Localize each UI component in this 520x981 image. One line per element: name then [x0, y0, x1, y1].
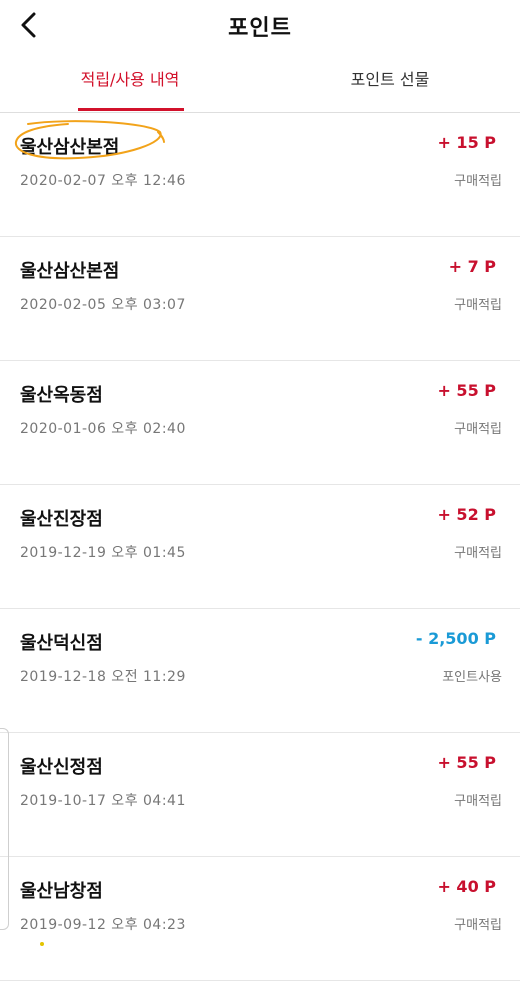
list-item[interactable]: 울산신정점 2019-10-17 오후 04:41 + 55 P 구매적립: [0, 733, 520, 857]
point-amount: + 52 P: [437, 505, 496, 524]
transaction-type: 포인트사용: [442, 670, 502, 685]
app-header: 포인트: [0, 0, 520, 50]
list-item[interactable]: 울산진장점 2019-12-19 오후 01:45 + 52 P 구매적립: [0, 485, 520, 609]
store-name: 울산진장점: [20, 509, 103, 530]
store-name: 울산삼산본점: [20, 137, 120, 158]
tab-bar: 적립/사용 내역 포인트 선물: [0, 62, 520, 112]
point-amount: - 2,500 P: [415, 629, 496, 648]
side-edge: [0, 728, 9, 930]
page-title: 포인트: [228, 16, 292, 41]
point-amount: + 7 P: [448, 257, 496, 276]
transaction-date: 2019-09-12 오후 04:23: [20, 917, 186, 933]
transaction-date: 2020-01-06 오후 02:40: [20, 421, 186, 437]
store-name: 울산덕신점: [20, 633, 103, 654]
transaction-date: 2019-12-19 오후 01:45: [20, 545, 186, 561]
store-name: 울산남창점: [20, 881, 103, 902]
transaction-type: 구매적립: [454, 794, 502, 809]
transaction-date: 2019-12-18 오전 11:29: [20, 669, 186, 685]
transaction-type: 구매적립: [454, 298, 502, 313]
list-item[interactable]: 울산삼산본점 2020-02-07 오후 12:46 + 15 P 구매적립: [0, 113, 520, 237]
transaction-type: 구매적립: [454, 918, 502, 933]
store-name: 울산옥동점: [20, 385, 103, 406]
transaction-date: 2020-02-07 오후 12:46: [20, 173, 186, 189]
point-amount: + 40 P: [437, 877, 496, 896]
point-amount: + 15 P: [437, 133, 496, 152]
list-item[interactable]: 울산남창점 2019-09-12 오후 04:23 + 40 P 구매적립: [0, 857, 520, 981]
tab-history[interactable]: 적립/사용 내역: [0, 62, 260, 110]
transaction-date: 2019-10-17 오후 04:41: [20, 793, 186, 809]
transaction-date: 2020-02-05 오후 03:07: [20, 297, 186, 313]
tab-gift[interactable]: 포인트 선물: [260, 62, 520, 110]
list-item[interactable]: 울산덕신점 2019-12-18 오전 11:29 - 2,500 P 포인트사…: [0, 609, 520, 733]
store-name: 울산삼산본점: [20, 261, 120, 282]
store-name: 울산신정점: [20, 757, 103, 778]
points-list: 울산삼산본점 2020-02-07 오후 12:46 + 15 P 구매적립 울…: [0, 113, 520, 981]
mark: [40, 942, 44, 946]
transaction-type: 구매적립: [454, 174, 502, 189]
point-amount: + 55 P: [437, 381, 496, 400]
point-amount: + 55 P: [437, 753, 496, 772]
transaction-type: 구매적립: [454, 546, 502, 561]
active-tab-indicator: [78, 108, 184, 111]
list-item[interactable]: 울산삼산본점 2020-02-05 오후 03:07 + 7 P 구매적립: [0, 237, 520, 361]
list-item[interactable]: 울산옥동점 2020-01-06 오후 02:40 + 55 P 구매적립: [0, 361, 520, 485]
transaction-type: 구매적립: [454, 422, 502, 437]
